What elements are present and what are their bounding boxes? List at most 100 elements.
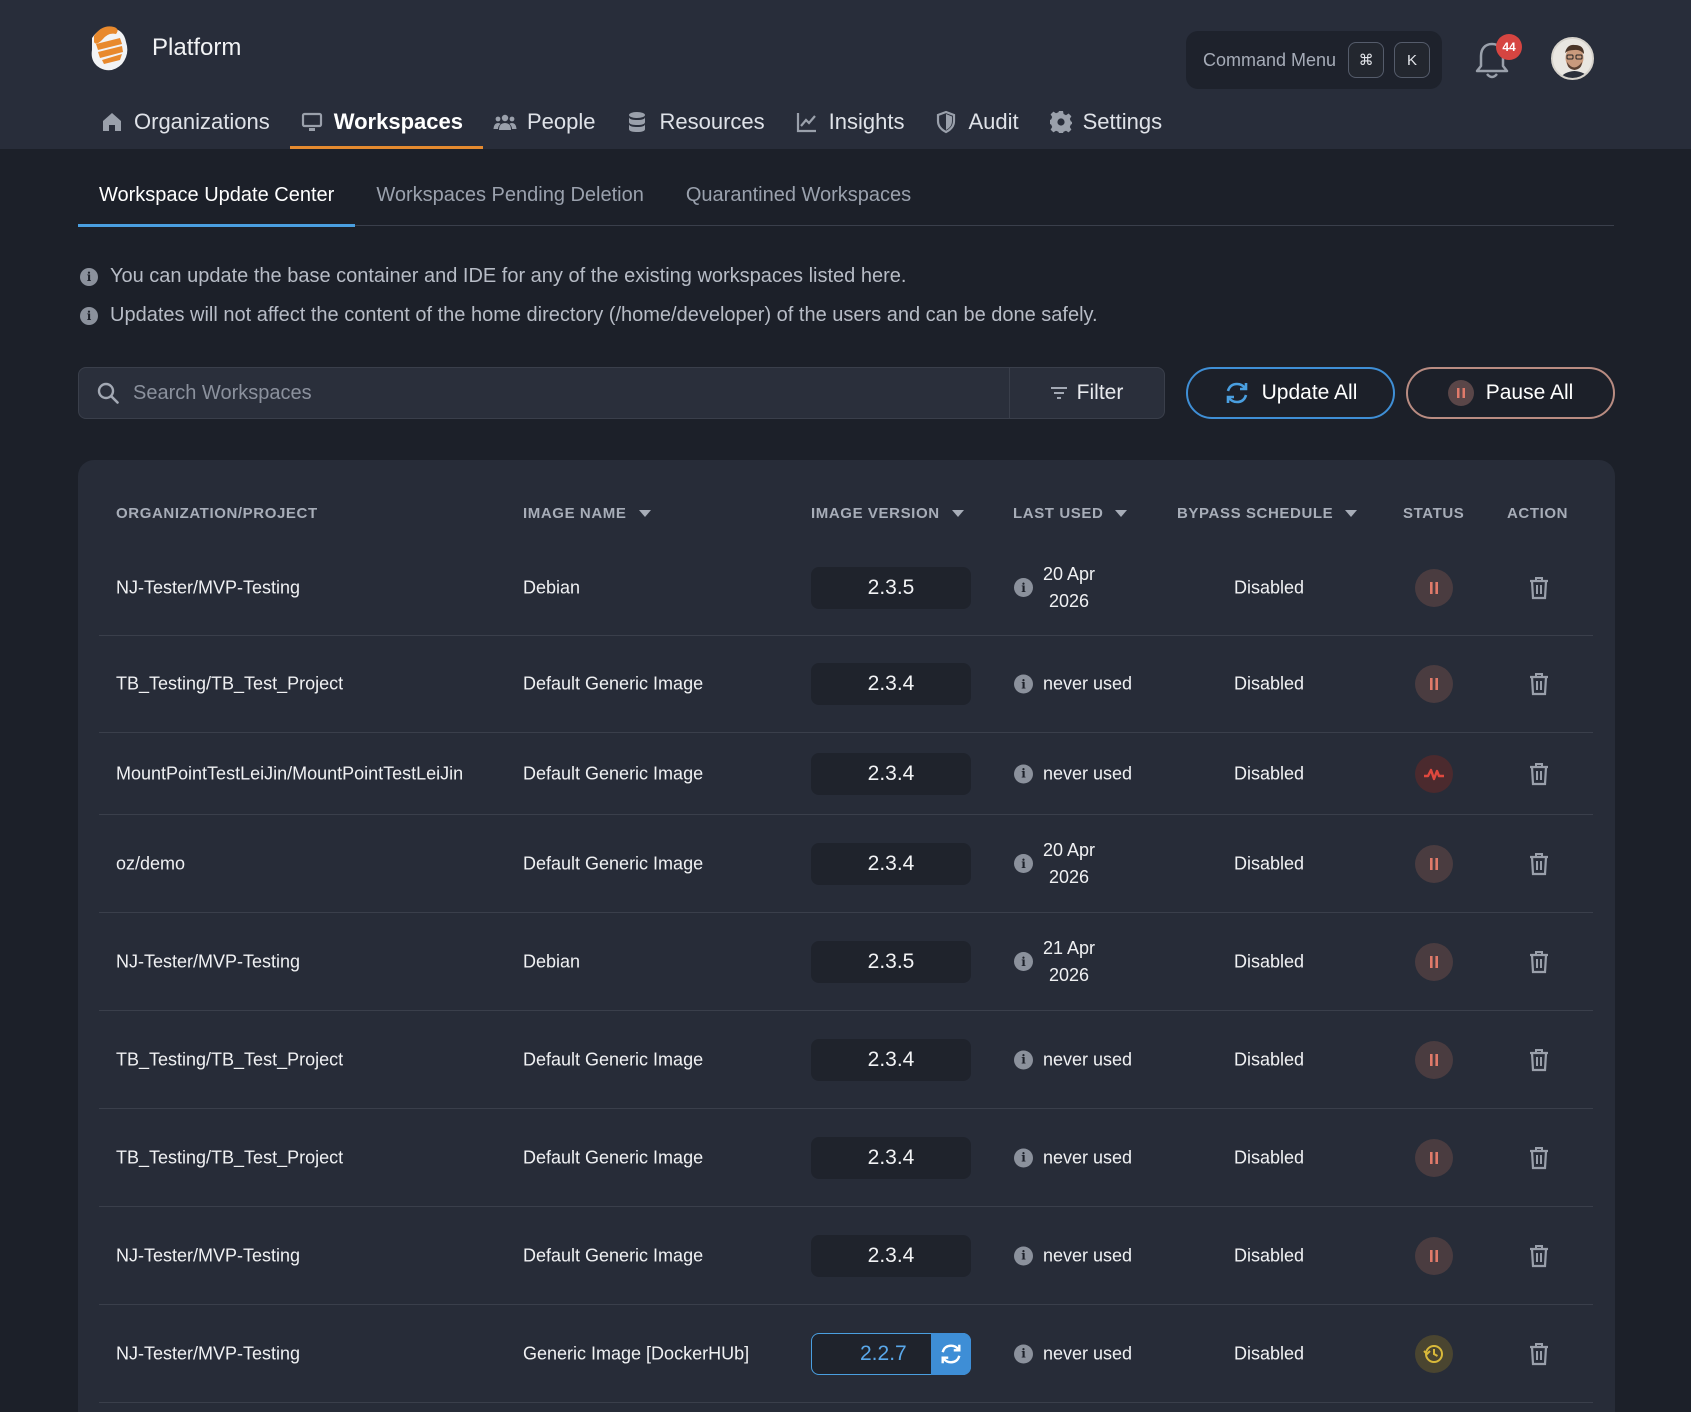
filter-label: Filter <box>1076 381 1124 404</box>
image-version-badge: 2.3.4 <box>811 1136 971 1179</box>
table-row: TB_Testing/TB_Test_Project Default Generi… <box>99 1011 1593 1109</box>
nav-organizations[interactable]: Organizations <box>90 95 290 149</box>
trash-icon[interactable] <box>1528 1048 1550 1072</box>
update-all-label: Update All <box>1261 381 1358 404</box>
command-menu-button[interactable]: Command Menu ⌘ K <box>1186 31 1442 89</box>
pause-all-button[interactable]: Pause All <box>1406 367 1615 419</box>
status-paused-icon[interactable] <box>1415 942 1453 981</box>
nav-people[interactable]: People <box>483 95 616 149</box>
update-version-button[interactable] <box>931 1332 971 1375</box>
command-key: ⌘ <box>1348 42 1385 78</box>
app-title: Platform <box>152 34 242 61</box>
info-icon[interactable]: i <box>1014 578 1033 597</box>
nav-settings[interactable]: Settings <box>1039 95 1183 149</box>
nav-resources[interactable]: Resources <box>615 95 784 149</box>
trash-icon[interactable] <box>1528 1342 1550 1366</box>
tab-workspaces-pending-deletion[interactable]: Workspaces Pending Deletion <box>355 168 665 226</box>
image-version-value: 2.3.4 <box>867 851 915 875</box>
nav-audit-label: Audit <box>968 109 1019 134</box>
notification-count-badge: 44 <box>1496 34 1522 60</box>
column-header-image-name[interactable]: IMAGE NAME <box>523 505 651 522</box>
last-used-text: never used <box>1043 1242 1132 1269</box>
image-version-badge[interactable]: 2.2.7 <box>811 1332 971 1375</box>
info-icon[interactable]: i <box>1014 854 1033 873</box>
search-input[interactable] <box>133 381 1009 405</box>
nav-workspaces-label: Workspaces <box>333 109 463 134</box>
logo-icon[interactable] <box>86 24 132 74</box>
info-icon[interactable]: i <box>1014 1148 1033 1167</box>
column-label: IMAGE NAME <box>523 505 627 522</box>
avatar-portrait-icon <box>1553 39 1592 78</box>
column-label: STATUS <box>1403 505 1465 522</box>
organization-project: NJ-Tester/MVP-Testing <box>116 1245 301 1265</box>
update-all-button[interactable]: Update All <box>1186 367 1395 419</box>
table-row: NJ-Tester/MVP-Testing Generic Image [Dock… <box>99 1305 1593 1403</box>
people-icon <box>493 114 517 130</box>
trash-icon[interactable] <box>1528 576 1550 600</box>
bypass-schedule: Disabled <box>1234 1343 1305 1363</box>
nav-insights-label: Insights <box>828 109 905 134</box>
filter-button[interactable]: Filter <box>1009 368 1164 418</box>
nav-insights[interactable]: Insights <box>785 95 925 149</box>
info-icon[interactable]: i <box>1014 764 1033 783</box>
info-icon[interactable]: i <box>1014 1050 1033 1069</box>
trash-icon[interactable] <box>1528 1146 1550 1170</box>
sort-caret-icon <box>951 510 964 517</box>
last-used: i never used <box>1014 1144 1132 1171</box>
organization-project: TB_Testing/TB_Test_Project <box>116 1049 344 1069</box>
status-paused-icon[interactable] <box>1415 1236 1453 1275</box>
info-line: i Updates will not affect the content of… <box>80 304 1098 327</box>
status-paused-icon[interactable] <box>1415 568 1453 607</box>
last-used-text: never used <box>1043 760 1132 787</box>
info-icon[interactable]: i <box>1014 1246 1033 1265</box>
image-name: Debian <box>523 951 581 971</box>
image-name: Default Generic Image <box>523 1049 704 1069</box>
trash-icon[interactable] <box>1528 852 1550 876</box>
image-version-badge: 2.3.5 <box>811 940 971 983</box>
status-paused-icon[interactable] <box>1415 844 1453 883</box>
status-paused-icon[interactable] <box>1415 665 1453 703</box>
nav-audit[interactable]: Audit <box>924 95 1038 149</box>
column-header-image-version[interactable]: IMAGE VERSION <box>811 505 964 522</box>
info-icon[interactable]: i <box>1014 1344 1033 1363</box>
top-bar: Platform Command Menu ⌘ K 44 Organizatio… <box>0 0 1691 149</box>
last-used-line: 20 Apr <box>1043 563 1096 584</box>
status-error-icon[interactable] <box>1415 754 1453 793</box>
image-version-value: 2.3.5 <box>867 575 915 599</box>
last-used-text: never used <box>1043 1046 1132 1073</box>
info-icon[interactable]: i <box>1014 674 1033 694</box>
trash-icon[interactable] <box>1528 762 1550 786</box>
table-row: NJ-Tester/MVP-Testing Debian 2.3.5 i 20 Apr 2… <box>99 540 1593 636</box>
info-icon: i <box>80 306 98 325</box>
image-name: Default Generic Image <box>523 1245 704 1265</box>
status-scheduled-icon[interactable] <box>1415 1334 1453 1373</box>
column-label: BYPASS SCHEDULE <box>1177 505 1334 522</box>
sort-caret-icon <box>1345 510 1358 517</box>
gear-icon <box>1049 111 1072 133</box>
info-icon[interactable]: i <box>1014 952 1033 971</box>
image-version-badge: 2.3.4 <box>811 842 971 885</box>
image-version-badge: 2.3.4 <box>811 1038 971 1081</box>
trash-icon[interactable] <box>1528 672 1550 696</box>
organization-project: NJ-Tester/MVP-Testing <box>116 951 301 971</box>
tab-workspace-update-center[interactable]: Workspace Update Center <box>78 168 356 227</box>
info-icon: i <box>80 267 98 286</box>
nav-workspaces[interactable]: Workspaces <box>289 95 484 149</box>
k-key: K <box>1394 42 1431 78</box>
organization-project: NJ-Tester/MVP-Testing <box>116 577 301 597</box>
trash-icon[interactable] <box>1528 1244 1550 1268</box>
column-header-last-used[interactable]: LAST USED <box>1013 505 1128 522</box>
image-name: Default Generic Image <box>523 853 704 873</box>
status-paused-icon[interactable] <box>1415 1040 1453 1079</box>
main-nav: Organizations Workspaces People Resource… <box>90 95 1182 149</box>
column-header-bypass-schedule[interactable]: BYPASS SCHEDULE <box>1177 505 1358 522</box>
shield-icon <box>937 110 956 134</box>
user-avatar[interactable] <box>1551 37 1594 80</box>
last-used-line: never used <box>1043 763 1133 783</box>
bypass-schedule: Disabled <box>1234 763 1305 783</box>
status-paused-icon[interactable] <box>1415 1138 1453 1177</box>
tab-quarantined-workspaces[interactable]: Quarantined Workspaces <box>665 168 932 226</box>
image-version-badge: 2.3.4 <box>811 1234 971 1277</box>
last-used: i never used <box>1014 1046 1132 1073</box>
trash-icon[interactable] <box>1528 950 1550 974</box>
